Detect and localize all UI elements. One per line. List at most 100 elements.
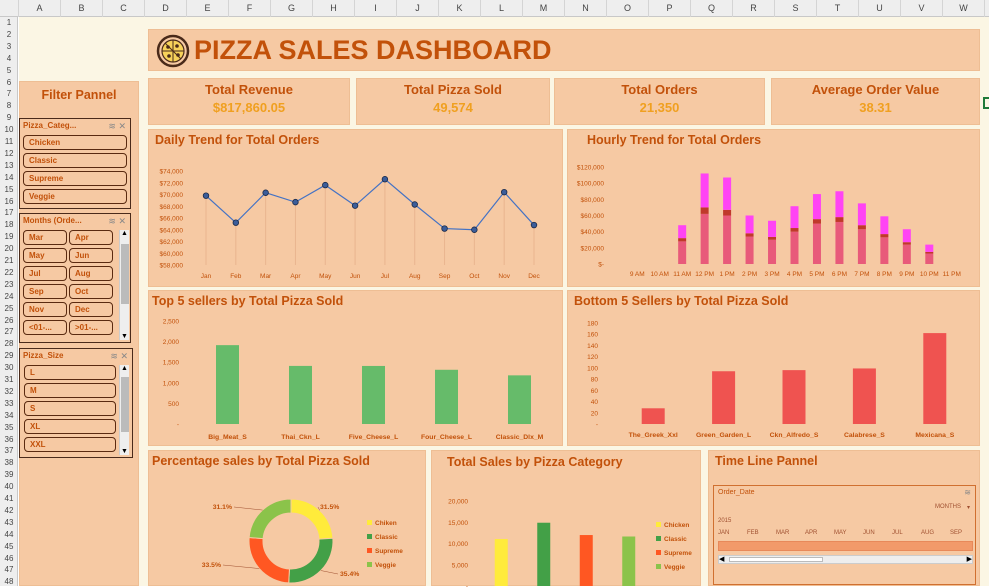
slicer-item-s[interactable]: S: [24, 401, 116, 416]
size-slicer[interactable]: Pizza_Size ≋ ✕ L M S XL XXL ▲ ▼: [19, 348, 133, 458]
timeline-level-dropdown-icon[interactable]: ▾: [967, 504, 970, 511]
row-header[interactable]: 46: [0, 553, 18, 565]
slicer-item-month[interactable]: May: [23, 248, 67, 263]
slicer-item-supreme[interactable]: Supreme: [23, 171, 127, 186]
column-header[interactable]: V: [901, 0, 943, 17]
column-header[interactable]: K: [439, 0, 481, 17]
selected-cell[interactable]: [983, 97, 989, 109]
row-header[interactable]: 25: [0, 303, 18, 315]
slicer-item-xl[interactable]: XL: [24, 419, 116, 434]
row-header[interactable]: 32: [0, 386, 18, 398]
row-header[interactable]: 30: [0, 362, 18, 374]
row-header[interactable]: 29: [0, 350, 18, 362]
row-header[interactable]: 20: [0, 243, 18, 255]
column-header[interactable]: Q: [691, 0, 733, 17]
row-header[interactable]: 4: [0, 53, 18, 65]
row-header[interactable]: 22: [0, 267, 18, 279]
slicer-item-month[interactable]: Sep: [23, 284, 67, 299]
slicer-item-month[interactable]: <01-...: [23, 320, 67, 335]
column-header[interactable]: F: [229, 0, 271, 17]
slicer-item-chicken[interactable]: Chicken: [23, 135, 127, 150]
row-header[interactable]: 15: [0, 184, 18, 196]
slicer-item-month[interactable]: Jul: [23, 266, 67, 281]
timeline-track[interactable]: [718, 541, 973, 551]
row-header[interactable]: 48: [0, 576, 18, 588]
column-header[interactable]: C: [103, 0, 145, 17]
scroll-down-icon[interactable]: ▼: [120, 448, 129, 455]
column-header[interactable]: D: [145, 0, 187, 17]
timeline-month[interactable]: JUN: [863, 530, 875, 536]
column-header[interactable]: L: [481, 0, 523, 17]
row-header[interactable]: 14: [0, 172, 18, 184]
slicer-item-classic[interactable]: Classic: [23, 153, 127, 168]
row-header[interactable]: 24: [0, 291, 18, 303]
slicer-item-xxl[interactable]: XXL: [24, 437, 116, 452]
slicer-item-veggie[interactable]: Veggie: [23, 189, 127, 204]
select-all-corner[interactable]: [0, 0, 19, 17]
row-header[interactable]: 6: [0, 77, 18, 89]
row-header[interactable]: 34: [0, 410, 18, 422]
slicer-item-month[interactable]: Mar: [23, 230, 67, 245]
row-header[interactable]: 8: [0, 100, 18, 112]
slicer-item-month[interactable]: Oct: [69, 284, 113, 299]
column-header[interactable]: S: [775, 0, 817, 17]
column-header[interactable]: A: [19, 0, 61, 17]
column-header[interactable]: P: [649, 0, 691, 17]
row-header[interactable]: 35: [0, 422, 18, 434]
timeline-month[interactable]: APR: [805, 530, 817, 536]
row-header[interactable]: 21: [0, 255, 18, 267]
column-header[interactable]: W: [943, 0, 985, 17]
clear-filter-icon[interactable]: ≋ ✕: [108, 121, 126, 132]
timeline-month[interactable]: JUL: [892, 530, 903, 536]
row-header[interactable]: 19: [0, 231, 18, 243]
slicer-item-m[interactable]: M: [24, 383, 116, 398]
row-header[interactable]: 45: [0, 541, 18, 553]
scroll-up-icon[interactable]: ▲: [120, 230, 129, 237]
row-header[interactable]: 13: [0, 160, 18, 172]
scroll-right-icon[interactable]: ▶: [967, 555, 972, 563]
row-header[interactable]: 42: [0, 505, 18, 517]
row-header[interactable]: 12: [0, 148, 18, 160]
row-header[interactable]: 31: [0, 374, 18, 386]
column-header[interactable]: J: [397, 0, 439, 17]
row-header[interactable]: 2: [0, 29, 18, 41]
row-header[interactable]: 41: [0, 493, 18, 505]
row-header[interactable]: 23: [0, 279, 18, 291]
timeline-month[interactable]: AUG: [921, 530, 934, 536]
months-slicer[interactable]: Months (Orde... ≋ ✕ Mar Apr May Jun Jul Aug Se…: [19, 213, 131, 343]
size-scrollbar[interactable]: ▲ ▼: [119, 365, 129, 455]
row-header[interactable]: 27: [0, 326, 18, 338]
row-header[interactable]: 28: [0, 338, 18, 350]
slicer-item-month[interactable]: Apr: [69, 230, 113, 245]
timeline-month[interactable]: MAY: [834, 530, 847, 536]
scroll-up-icon[interactable]: ▲: [120, 365, 129, 372]
row-header[interactable]: 39: [0, 469, 18, 481]
row-header[interactable]: 9: [0, 112, 18, 124]
row-header[interactable]: 26: [0, 315, 18, 327]
row-header[interactable]: 11: [0, 136, 18, 148]
scroll-down-icon[interactable]: ▼: [120, 333, 129, 340]
clear-filter-icon[interactable]: ≋: [964, 488, 971, 497]
category-slicer[interactable]: Pizza_Categ... ≋ ✕ Chicken Classic Supre…: [19, 118, 131, 209]
column-header[interactable]: B: [61, 0, 103, 17]
row-header[interactable]: 5: [0, 65, 18, 77]
row-header[interactable]: 37: [0, 445, 18, 457]
column-header[interactable]: T: [817, 0, 859, 17]
row-header[interactable]: 38: [0, 457, 18, 469]
row-header[interactable]: 3: [0, 41, 18, 53]
column-header[interactable]: U: [859, 0, 901, 17]
column-header[interactable]: I: [355, 0, 397, 17]
timeline-month[interactable]: JAN: [718, 530, 729, 536]
timeline-month[interactable]: FEB: [747, 530, 759, 536]
row-header[interactable]: 36: [0, 434, 18, 446]
row-header[interactable]: 43: [0, 517, 18, 529]
row-header[interactable]: 33: [0, 398, 18, 410]
row-header[interactable]: 44: [0, 529, 18, 541]
scroll-left-icon[interactable]: ◀: [719, 555, 724, 563]
slicer-item-month[interactable]: Nov: [23, 302, 67, 317]
clear-filter-icon[interactable]: ≋ ✕: [110, 351, 128, 362]
column-header[interactable]: N: [565, 0, 607, 17]
column-header[interactable]: O: [607, 0, 649, 17]
row-header[interactable]: 17: [0, 207, 18, 219]
row-header[interactable]: 47: [0, 564, 18, 576]
